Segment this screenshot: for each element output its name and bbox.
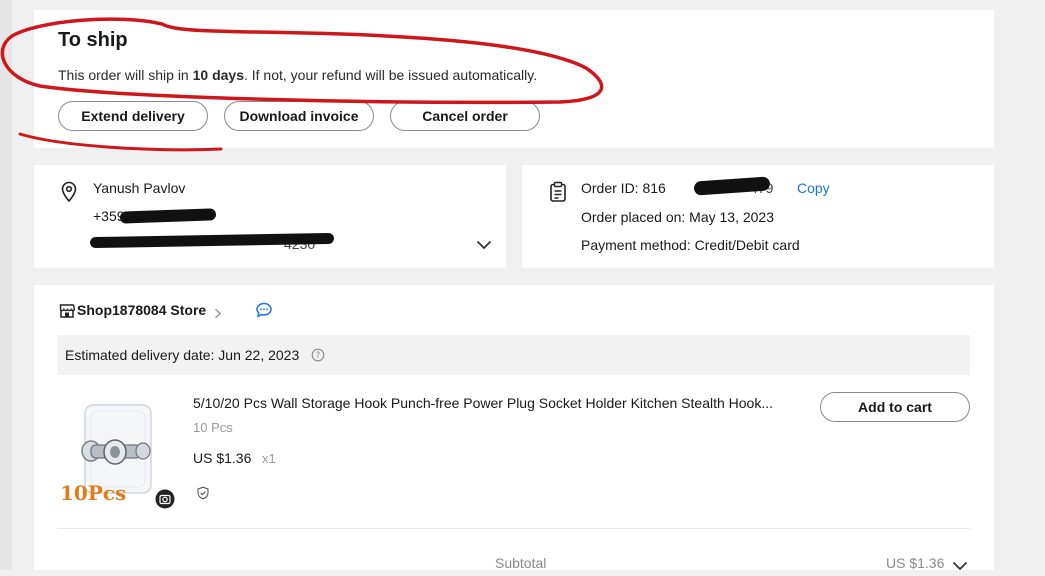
red-annotation-circle [0, 17, 604, 152]
